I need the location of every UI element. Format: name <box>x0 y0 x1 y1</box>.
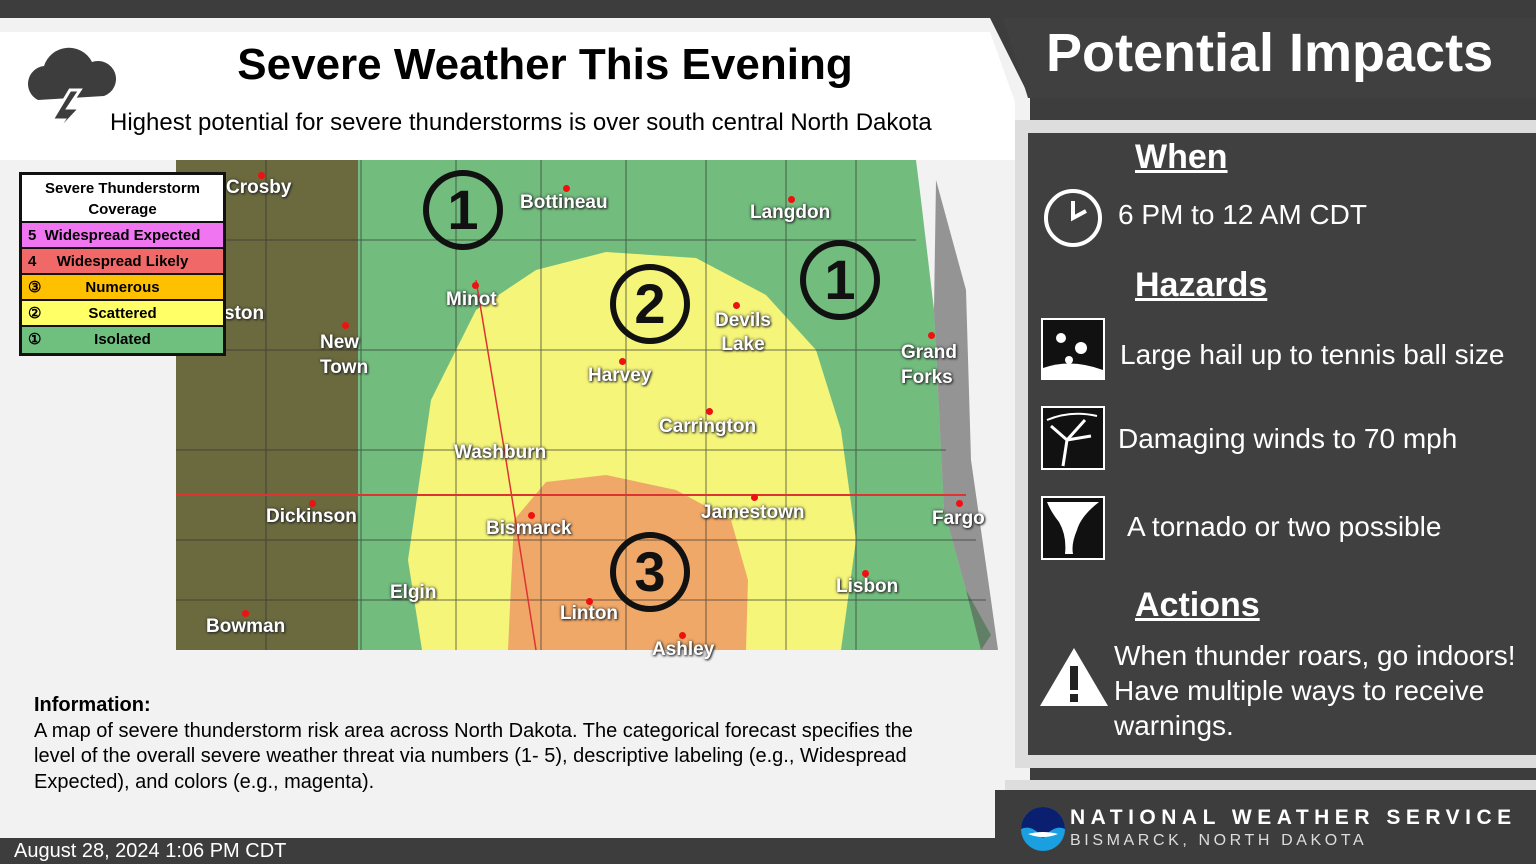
hazard-hail: Large hail up to tennis ball size <box>1120 339 1505 370</box>
page-subtitle: Highest potential for severe thunderstor… <box>110 109 932 136</box>
impacts-title: Potential Impacts <box>1046 23 1494 83</box>
city-label: Bottineau <box>520 192 608 213</box>
legend-item-1: ① Isolated <box>22 327 223 353</box>
when-text: 6 PM to 12 AM CDT <box>1118 199 1367 230</box>
actions-text: When thunder roars, go indoors! Have mul… <box>1114 640 1516 741</box>
risk-marker-1: 1 <box>800 240 880 320</box>
city-label: ston <box>224 303 265 324</box>
hail-icon <box>1041 318 1105 380</box>
city-label: Langdon <box>750 202 831 223</box>
risk-marker-3: 3 <box>610 532 690 612</box>
actions-heading: Actions <box>1135 586 1260 624</box>
warning-icon <box>1040 648 1108 706</box>
info-heading: Information: <box>34 694 151 716</box>
legend-item-4: 4 Widespread Likely <box>22 249 223 275</box>
wind-tree-icon <box>1041 406 1105 470</box>
city-label: Minot <box>446 289 497 310</box>
map-labels: 1 2 1 3 Crosby Bottineau Langdon Minot D… <box>176 160 1006 660</box>
timestamp: August 28, 2024 1:06 PM CDT <box>14 840 287 862</box>
legend: Severe Thunderstorm Coverage 5 Widespread… <box>19 172 226 356</box>
hazards-heading: Hazards <box>1135 266 1268 304</box>
city-label: Jamestown <box>701 502 805 523</box>
city-label: Dickinson <box>266 506 357 527</box>
city-label: Elgin <box>390 582 437 603</box>
hazard-tornado: A tornado or two possible <box>1127 511 1442 542</box>
city-label: Washburn <box>454 442 547 463</box>
legend-item-2: ② Scattered <box>22 301 223 327</box>
legend-title: Severe Thunderstorm Coverage <box>22 175 223 223</box>
info-text: A map of severe thunderstorm risk area a… <box>34 719 913 793</box>
hazard-wind: Damaging winds to 70 mph <box>1118 423 1458 454</box>
legend-item-5: 5 Widespread Expected <box>22 223 223 249</box>
city-label: Harvey <box>588 365 652 386</box>
page-title: Severe Weather This Evening <box>237 40 853 89</box>
city-label: Carrington <box>659 416 757 437</box>
city-label: Grand Forks <box>901 342 957 388</box>
risk-marker-2: 2 <box>610 264 690 344</box>
city-label: New Town <box>320 332 369 378</box>
footer-org: NATIONAL WEATHER SERVICE <box>1070 806 1517 829</box>
information-block: Information: A map of severe thunderstor… <box>34 693 954 795</box>
city-label: Bowman <box>206 616 286 637</box>
risk-marker-1: 1 <box>423 170 503 250</box>
footer-office: BISMARCK, NORTH DAKOTA <box>1070 832 1368 849</box>
when-heading: When <box>1135 138 1228 176</box>
city-label: Crosby <box>226 177 292 198</box>
tornado-icon <box>1041 496 1105 560</box>
city-label: Fargo <box>932 508 985 529</box>
city-label: Linton <box>560 603 619 624</box>
clock-icon <box>1044 189 1102 247</box>
storm-cloud-icon <box>28 47 117 140</box>
city-label: Bismarck <box>486 518 572 539</box>
city-label: Lisbon <box>836 576 899 597</box>
city-label: Devils Lake <box>715 310 771 355</box>
legend-item-3: ③ Numerous <box>22 275 223 301</box>
city-label: Ashley <box>652 639 715 660</box>
noaa-logo <box>1021 807 1065 851</box>
